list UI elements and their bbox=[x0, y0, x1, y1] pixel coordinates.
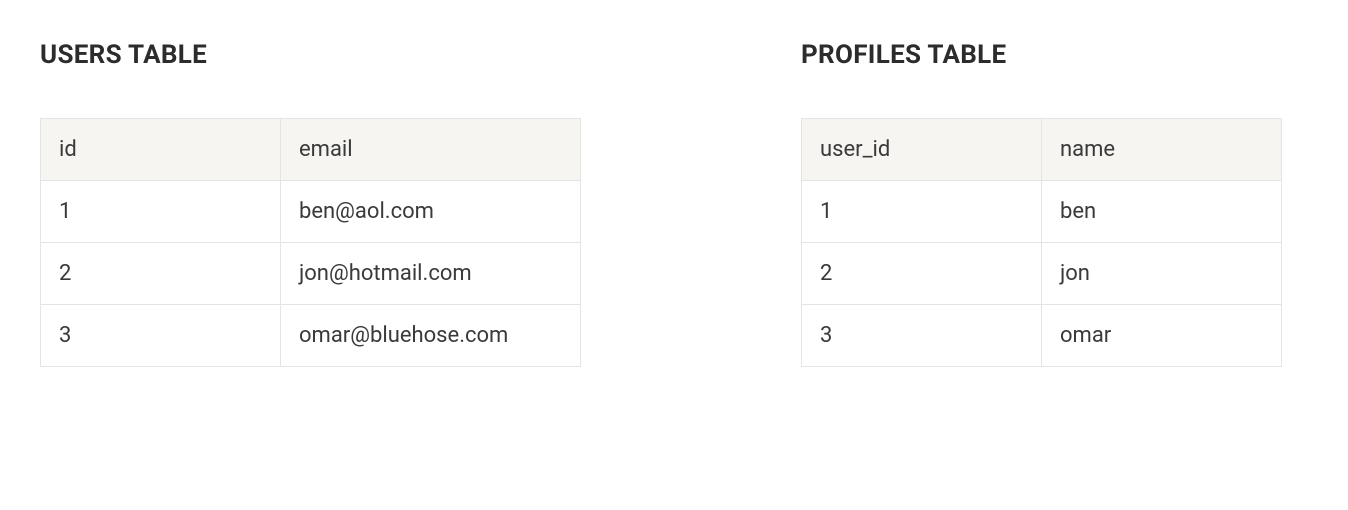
table-row: 3 omar bbox=[802, 305, 1282, 367]
table-row: 2 jon@hotmail.com bbox=[41, 243, 581, 305]
profiles-td-user-id: 3 bbox=[802, 305, 1042, 367]
profiles-table-title: PROFILES TABLE bbox=[801, 40, 1282, 70]
users-td-id: 3 bbox=[41, 305, 281, 367]
users-table: id email 1 ben@aol.com 2 jon@hotmail.com… bbox=[40, 118, 581, 367]
table-row: 2 jon bbox=[802, 243, 1282, 305]
profiles-table-section: PROFILES TABLE user_id name 1 ben 2 jon … bbox=[801, 40, 1282, 367]
users-table-section: USERS TABLE id email 1 ben@aol.com 2 jon… bbox=[40, 40, 581, 367]
table-header-row: id email bbox=[41, 119, 581, 181]
users-td-id: 1 bbox=[41, 181, 281, 243]
users-th-email: email bbox=[281, 119, 581, 181]
profiles-td-name: jon bbox=[1042, 243, 1282, 305]
profiles-td-name: ben bbox=[1042, 181, 1282, 243]
users-td-email: omar@bluehose.com bbox=[281, 305, 581, 367]
profiles-td-user-id: 2 bbox=[802, 243, 1042, 305]
profiles-table: user_id name 1 ben 2 jon 3 omar bbox=[801, 118, 1282, 367]
table-row: 1 ben bbox=[802, 181, 1282, 243]
users-td-email: ben@aol.com bbox=[281, 181, 581, 243]
table-row: 1 ben@aol.com bbox=[41, 181, 581, 243]
users-td-email: jon@hotmail.com bbox=[281, 243, 581, 305]
table-row: 3 omar@bluehose.com bbox=[41, 305, 581, 367]
profiles-th-user-id: user_id bbox=[802, 119, 1042, 181]
tables-container: USERS TABLE id email 1 ben@aol.com 2 jon… bbox=[40, 40, 1308, 367]
table-header-row: user_id name bbox=[802, 119, 1282, 181]
profiles-td-user-id: 1 bbox=[802, 181, 1042, 243]
users-td-id: 2 bbox=[41, 243, 281, 305]
users-table-title: USERS TABLE bbox=[40, 40, 581, 70]
profiles-td-name: omar bbox=[1042, 305, 1282, 367]
profiles-th-name: name bbox=[1042, 119, 1282, 181]
users-th-id: id bbox=[41, 119, 281, 181]
